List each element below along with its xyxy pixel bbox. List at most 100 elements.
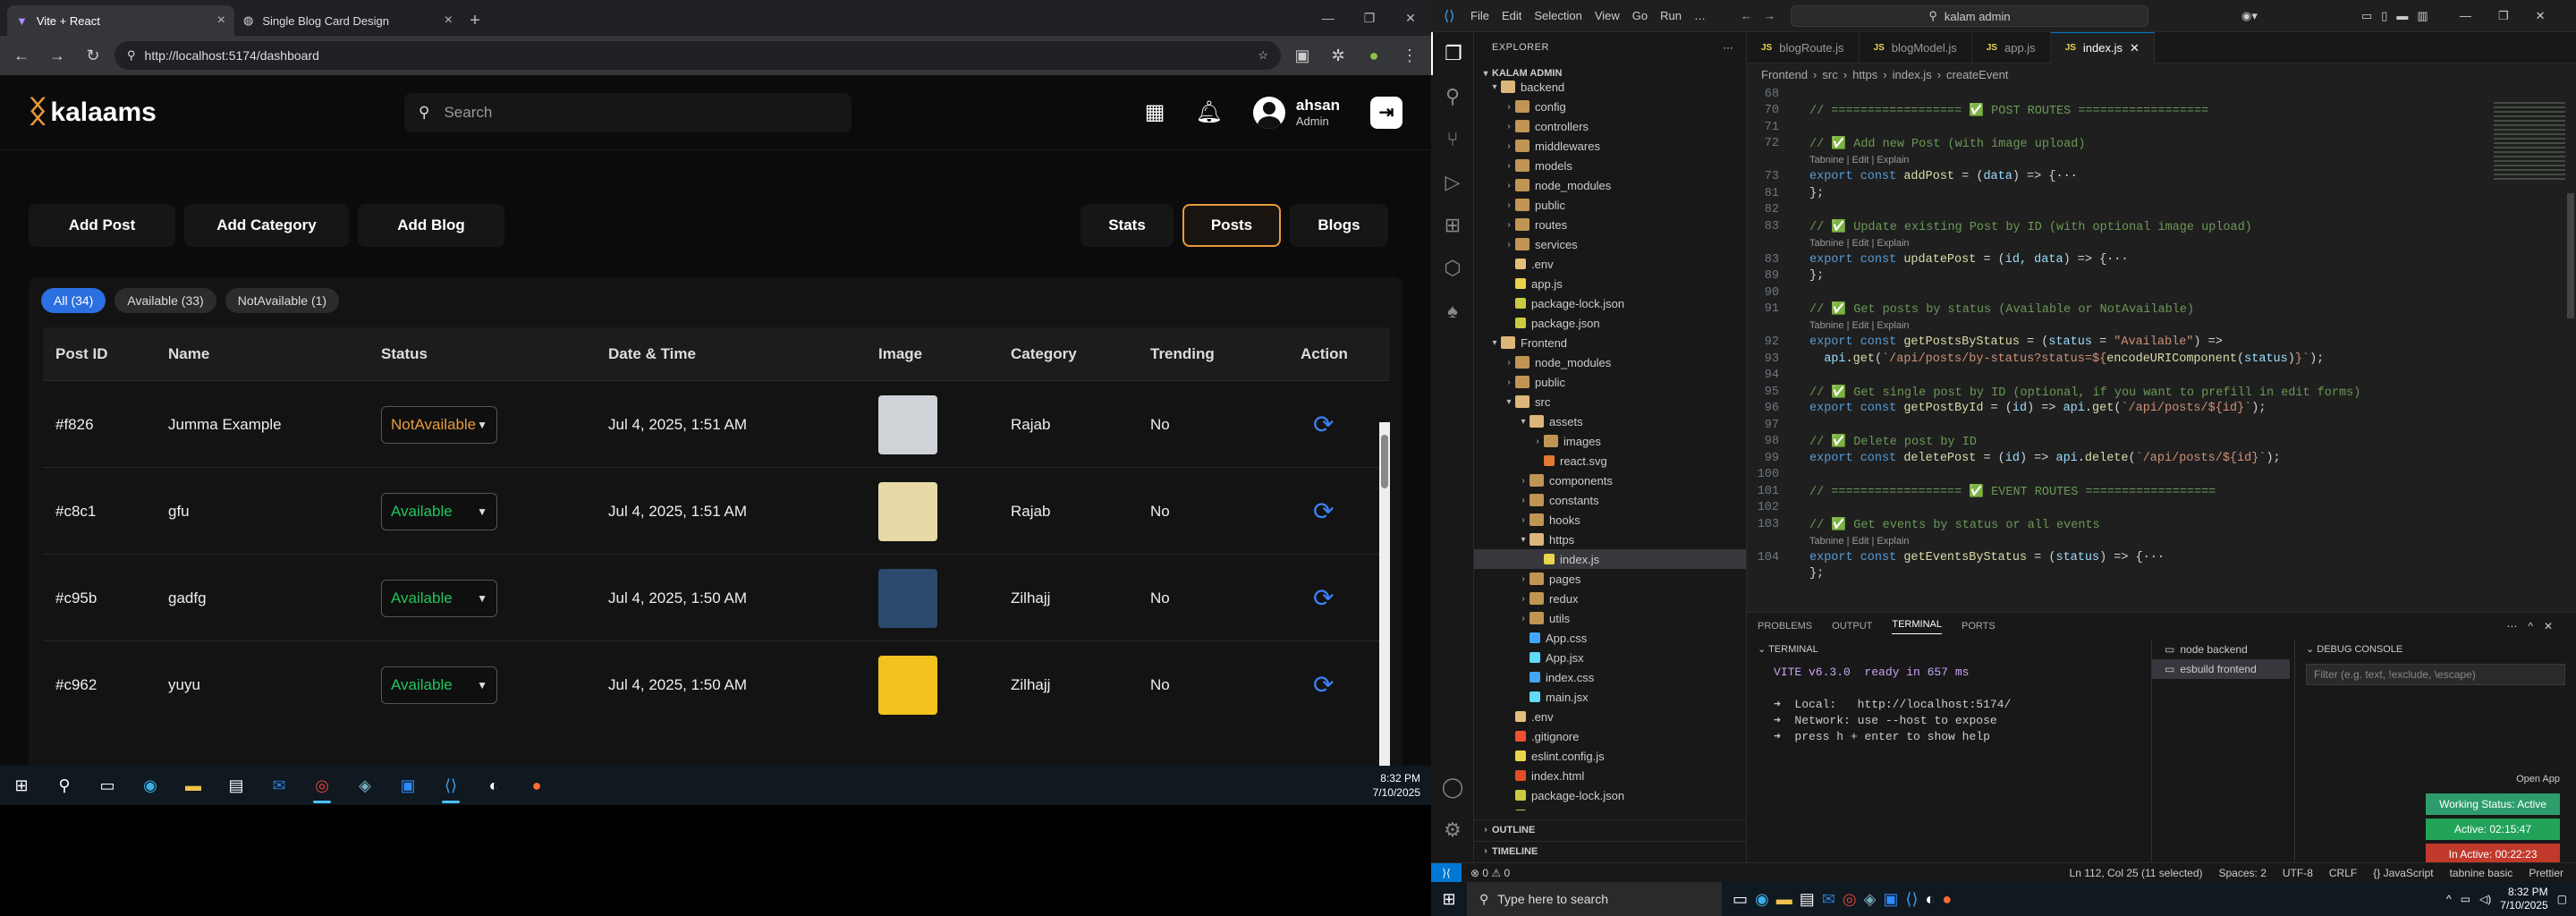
url-text[interactable]: http://localhost:5174/dashboard — [145, 48, 1250, 63]
breadcrumb-item[interactable]: createEvent — [1946, 68, 2008, 81]
tree-item[interactable]: index.css — [1474, 667, 1746, 687]
tree-item[interactable]: › node_modules — [1474, 175, 1746, 195]
breadcrumb-item[interactable]: https — [1852, 68, 1877, 81]
close-tab-icon[interactable]: ✕ — [2130, 41, 2140, 55]
outlook-icon[interactable]: ✉ — [1822, 890, 1835, 909]
user-menu[interactable]: ahsan Admin — [1252, 96, 1340, 129]
tree-item[interactable]: ▾ assets — [1474, 411, 1746, 431]
more-icon[interactable]: ⋯ — [1724, 42, 1747, 54]
tree-item[interactable]: App.css — [1474, 628, 1746, 648]
clock[interactable]: 8:32 PM 7/10/2025 — [2500, 886, 2547, 912]
bookmark-star-icon[interactable]: ☆ — [1258, 48, 1268, 63]
status-item[interactable]: UTF-8 — [2283, 867, 2313, 879]
search-box[interactable]: ⚲ Search — [404, 92, 852, 132]
nav-back-icon[interactable]: ← — [1741, 9, 1752, 22]
source-control-icon[interactable]: ⑂ — [1431, 118, 1474, 161]
vscode-icon[interactable]: ⟨⟩ — [429, 766, 472, 805]
postman-icon[interactable]: ● — [1942, 890, 1952, 909]
search-input[interactable]: Search — [444, 104, 492, 122]
taskbar-search[interactable]: ⚲ Type here to search — [1467, 882, 1722, 916]
tree-item[interactable]: › config — [1474, 97, 1746, 116]
active-time-badge[interactable]: Active: 02:15:47 — [2426, 818, 2560, 840]
search-icon[interactable]: ⚲ — [43, 766, 86, 805]
open-app-label[interactable]: Open App — [2516, 774, 2560, 785]
status-item[interactable]: Prettier — [2529, 867, 2563, 879]
tree-item[interactable]: package-lock.json — [1474, 293, 1746, 313]
codelens[interactable]: Tabnine | Edit | Explain — [1792, 320, 1910, 331]
edge-icon[interactable]: ◉ — [1755, 890, 1769, 909]
github-icon[interactable]: ◐ — [1925, 890, 1935, 909]
vscode-icon[interactable]: ⟨⟩ — [1905, 890, 1918, 909]
search-icon[interactable]: ⚲ — [1431, 75, 1474, 118]
tree-item[interactable]: › services — [1474, 234, 1746, 254]
tree-item[interactable]: › routes — [1474, 215, 1746, 234]
tray-up-icon[interactable]: ^ — [2446, 893, 2452, 905]
remote-indicator-icon[interactable]: ⟩⟨ — [1431, 862, 1462, 883]
outline-section[interactable]: › OUTLINE — [1474, 819, 1746, 839]
filter-all[interactable]: All (34) — [41, 288, 106, 313]
scrollbar-thumb[interactable] — [1381, 435, 1388, 488]
close-tab-icon[interactable]: × — [445, 13, 453, 29]
status-item[interactable]: {} JavaScript — [2373, 867, 2433, 879]
tree-item[interactable]: › node_modules — [1474, 352, 1746, 372]
tree-item[interactable]: › public — [1474, 195, 1746, 215]
minimap[interactable] — [2487, 86, 2576, 612]
logout-icon[interactable]: ⇥ — [1370, 96, 1402, 129]
breadcrumb-item[interactable]: src — [1822, 68, 1837, 81]
tree-item[interactable]: ▾ src — [1474, 392, 1746, 411]
blogs-button[interactable]: Blogs — [1290, 204, 1388, 247]
tree-item[interactable]: main.jsx — [1474, 687, 1746, 707]
maximize-icon[interactable]: ❐ — [1349, 0, 1390, 36]
tree-item[interactable]: › controllers — [1474, 116, 1746, 136]
tree-item[interactable]: › redux — [1474, 589, 1746, 608]
zoom-icon[interactable]: ▣ — [1883, 890, 1898, 909]
panel-tab-terminal[interactable]: TERMINAL — [1892, 619, 1942, 634]
tree-item[interactable]: ▾ backend — [1474, 77, 1746, 97]
tree-item[interactable]: › components — [1474, 471, 1746, 490]
table-scrollbar[interactable] — [1379, 422, 1390, 805]
posts-button[interactable]: Posts — [1182, 204, 1281, 247]
problems-count[interactable]: ⊗ 0 ⚠ 0 — [1462, 867, 1510, 879]
tree-item[interactable]: app.js — [1474, 274, 1746, 293]
breadcrumb-item[interactable]: Frontend — [1761, 68, 1808, 81]
refresh-icon[interactable]: ⟳ — [1313, 670, 1334, 700]
stats-button[interactable]: Stats — [1080, 204, 1174, 247]
refresh-icon[interactable]: ⟳ — [1313, 496, 1334, 526]
status-item[interactable]: Spaces: 2 — [2219, 867, 2267, 879]
terminal-item[interactable]: ▭ esbuild frontend — [2152, 659, 2290, 679]
tree-item[interactable]: .env — [1474, 254, 1746, 274]
tree-item[interactable]: .env — [1474, 707, 1746, 726]
status-select[interactable]: Available ▼ — [381, 492, 497, 530]
site-info-icon[interactable]: ⚲ — [127, 48, 136, 63]
tree-item[interactable]: › utils — [1474, 608, 1746, 628]
menu-item[interactable]: Run — [1660, 9, 1682, 22]
menu-item[interactable]: Go — [1632, 9, 1648, 22]
settings-gear-icon[interactable]: ⚙ — [1431, 809, 1474, 852]
minimize-icon[interactable]: — — [1308, 0, 1349, 36]
refresh-icon[interactable]: ⟳ — [1313, 583, 1334, 613]
panel-tab-ports[interactable]: PORTS — [1962, 621, 1996, 632]
extension-icon[interactable]: ▣ — [1288, 41, 1317, 70]
tree-item[interactable]: › images — [1474, 431, 1746, 451]
address-bar[interactable]: ⚲ http://localhost:5174/dashboard ☆ — [114, 41, 1281, 70]
reload-icon[interactable]: ↻ — [79, 41, 107, 70]
tree-item[interactable]: ▾ Frontend — [1474, 333, 1746, 352]
filter-available[interactable]: Available (33) — [114, 288, 216, 313]
add-post-button[interactable]: Add Post — [29, 204, 175, 247]
window-controls[interactable]: —❐✕ — [2460, 9, 2572, 23]
code-view[interactable]: 68 70 // ================== ✅ POST ROUTES … — [1747, 86, 2552, 612]
editor-tab[interactable]: JS app.js — [1972, 31, 2051, 64]
postman-icon[interactable]: ● — [515, 766, 558, 805]
zoom-icon[interactable]: ▣ — [386, 766, 429, 805]
status-select[interactable]: Available ▼ — [381, 579, 497, 617]
tree-item[interactable]: eslint.config.js — [1474, 746, 1746, 766]
copilot-icon[interactable]: ◉▾ — [2241, 9, 2258, 23]
editor-tab[interactable]: JS index.js ✕ — [2050, 31, 2155, 64]
forward-icon[interactable]: → — [43, 41, 72, 70]
terminal[interactable]: ⌄ TERMINAL VITE v6.3.0 ready in 657 ms ➜ … — [1747, 640, 2151, 863]
github-icon[interactable]: ◐ — [472, 766, 515, 805]
task-view-icon[interactable]: ▭ — [1733, 890, 1748, 909]
tree-item[interactable]: App.jsx — [1474, 648, 1746, 667]
panel-tab-output[interactable]: OUTPUT — [1832, 621, 1872, 632]
tree-item[interactable]: › pages — [1474, 569, 1746, 589]
